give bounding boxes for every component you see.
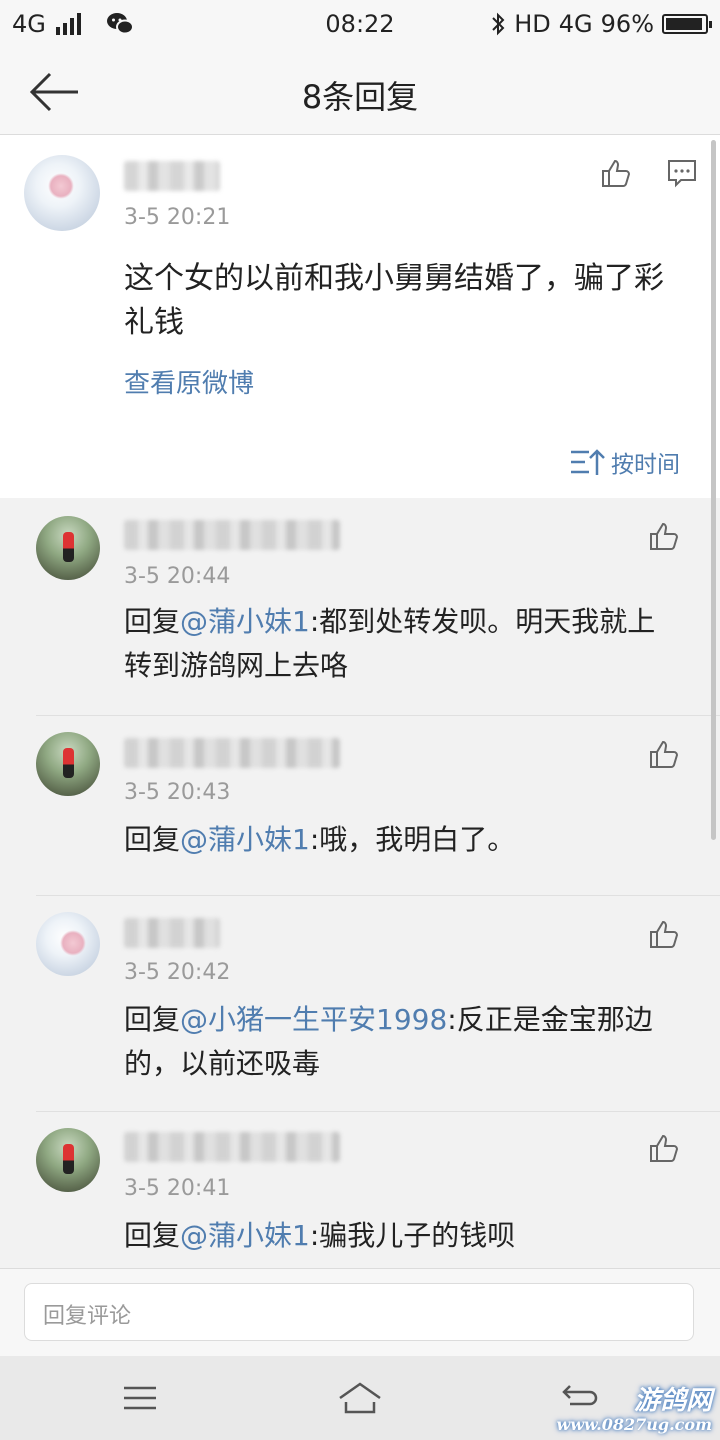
username-blurred[interactable] bbox=[124, 161, 220, 191]
username-blurred[interactable] bbox=[124, 918, 220, 948]
main-comment: 3-5 20:21 这个女的以前和我小舅舅结婚了，骗了彩礼钱 查看原微博 按时间 bbox=[0, 135, 720, 498]
reply-item: 3-5 20:42 回复@小猪一生平安1998:反正是金宝那边的，以前还吸毒 bbox=[0, 896, 720, 1112]
status-right: HD 4G 96% bbox=[490, 10, 712, 38]
comment-text: 这个女的以前和我小舅舅结婚了，骗了彩礼钱 bbox=[124, 261, 664, 340]
sort-by-time-button[interactable]: 按时间 bbox=[569, 445, 680, 479]
like-icon[interactable] bbox=[648, 738, 680, 770]
sort-icon bbox=[571, 449, 605, 475]
status-bar: 4G 08:22 HD 4G 96% bbox=[0, 0, 720, 50]
battery-icon bbox=[662, 14, 712, 34]
reply-text: 回复@蒲小妹1:都到处转发呗。明天我就上转到游鸽网上去咯 bbox=[124, 600, 680, 688]
like-icon[interactable] bbox=[600, 157, 632, 189]
menu-icon[interactable] bbox=[118, 1376, 162, 1420]
home-icon[interactable] bbox=[336, 1376, 384, 1420]
mention-link[interactable]: @小猪一生平安1998 bbox=[180, 1003, 447, 1036]
avatar[interactable] bbox=[36, 912, 100, 976]
comment-icon[interactable] bbox=[666, 157, 698, 189]
reply-time: 3-5 20:43 bbox=[124, 780, 231, 805]
reply-prefix: 回复 bbox=[124, 823, 181, 856]
avatar[interactable] bbox=[36, 1128, 100, 1192]
reply-item: 3-5 20:41 回复@蒲小妹1:骗我儿子的钱呗 bbox=[0, 1112, 720, 1268]
reply-comment-input[interactable]: 回复评论 bbox=[24, 1283, 694, 1341]
like-icon[interactable] bbox=[648, 1132, 680, 1164]
bluetooth-icon bbox=[492, 12, 505, 36]
reply-item: 3-5 20:44 回复@蒲小妹1:都到处转发呗。明天我就上转到游鸽网上去咯 bbox=[0, 498, 720, 716]
comment-time: 3-5 20:21 bbox=[124, 205, 231, 230]
reply-prefix: 回复 bbox=[124, 605, 181, 638]
mention-link[interactable]: @蒲小妹1 bbox=[180, 1219, 310, 1252]
mention-link[interactable]: @蒲小妹1 bbox=[180, 823, 310, 856]
reply-time: 3-5 20:44 bbox=[124, 564, 231, 589]
reply-body: :骗我儿子的钱呗 bbox=[309, 1219, 516, 1252]
username-blurred[interactable] bbox=[124, 738, 340, 768]
battery-percent: 96% bbox=[600, 10, 654, 38]
username-blurred[interactable] bbox=[124, 520, 340, 550]
username-blurred[interactable] bbox=[124, 1132, 340, 1162]
watermark: 游鸽网 www.0827ug.com bbox=[556, 1380, 712, 1434]
reply-item: 3-5 20:43 回复@蒲小妹1:哦，我明白了。 bbox=[0, 716, 720, 896]
network-label-right: 4G bbox=[558, 10, 593, 38]
reply-body: :哦，我明白了。 bbox=[309, 823, 516, 856]
watermark-title: 游鸽网 bbox=[633, 1386, 712, 1416]
reply-prefix: 回复 bbox=[124, 1003, 181, 1036]
page-title: 8条回复 bbox=[301, 78, 419, 116]
avatar[interactable] bbox=[36, 732, 100, 796]
like-icon[interactable] bbox=[648, 520, 680, 552]
view-original-link[interactable]: 查看原微博 bbox=[124, 363, 254, 400]
watermark-url: www.0827ug.com bbox=[556, 1415, 712, 1434]
reply-time: 3-5 20:41 bbox=[124, 1176, 231, 1201]
reply-time: 3-5 20:42 bbox=[124, 960, 231, 985]
reply-text: 回复@蒲小妹1:骗我儿子的钱呗 bbox=[124, 1214, 680, 1258]
hd-label: HD bbox=[514, 10, 551, 38]
mention-link[interactable]: @蒲小妹1 bbox=[180, 605, 310, 638]
scrollbar[interactable] bbox=[711, 140, 716, 840]
avatar[interactable] bbox=[24, 155, 100, 231]
like-icon[interactable] bbox=[648, 918, 680, 950]
reply-bar: 回复评论 bbox=[0, 1268, 720, 1357]
reply-text: 回复@蒲小妹1:哦，我明白了。 bbox=[124, 818, 680, 862]
avatar[interactable] bbox=[36, 516, 100, 580]
reply-text: 回复@小猪一生平安1998:反正是金宝那边的，以前还吸毒 bbox=[124, 998, 680, 1086]
sort-label: 按时间 bbox=[611, 452, 680, 478]
nav-bar: 8条回复 bbox=[0, 50, 720, 135]
reply-prefix: 回复 bbox=[124, 1219, 181, 1252]
